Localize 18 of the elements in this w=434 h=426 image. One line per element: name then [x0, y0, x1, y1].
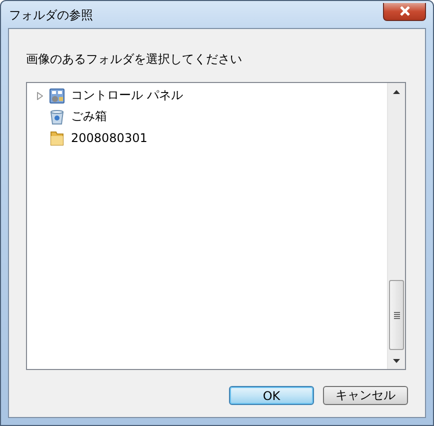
- control-panel-icon: [49, 88, 65, 104]
- folder-icon: [49, 130, 65, 146]
- grip-icon: [394, 312, 400, 318]
- tree-item[interactable]: 2008080301: [69, 130, 150, 146]
- recycle-bin-icon: [49, 108, 65, 124]
- scroll-down-icon[interactable]: [393, 358, 400, 362]
- instruction-text: 画像のあるフォルダを選択してください: [26, 51, 243, 68]
- expand-icon[interactable]: [37, 92, 43, 100]
- tree-item[interactable]: ごみ箱: [69, 107, 109, 126]
- scrollbar[interactable]: [387, 83, 405, 369]
- cancel-button[interactable]: キャンセル: [323, 386, 408, 405]
- close-button[interactable]: [383, 2, 426, 20]
- tree-item[interactable]: コントロール パネル: [69, 86, 185, 105]
- close-icon: [398, 6, 410, 16]
- window-title: フォルダの参照: [8, 7, 93, 24]
- ok-button[interactable]: OK: [229, 386, 314, 405]
- scroll-up-icon[interactable]: [393, 90, 400, 94]
- scroll-thumb[interactable]: [389, 280, 404, 350]
